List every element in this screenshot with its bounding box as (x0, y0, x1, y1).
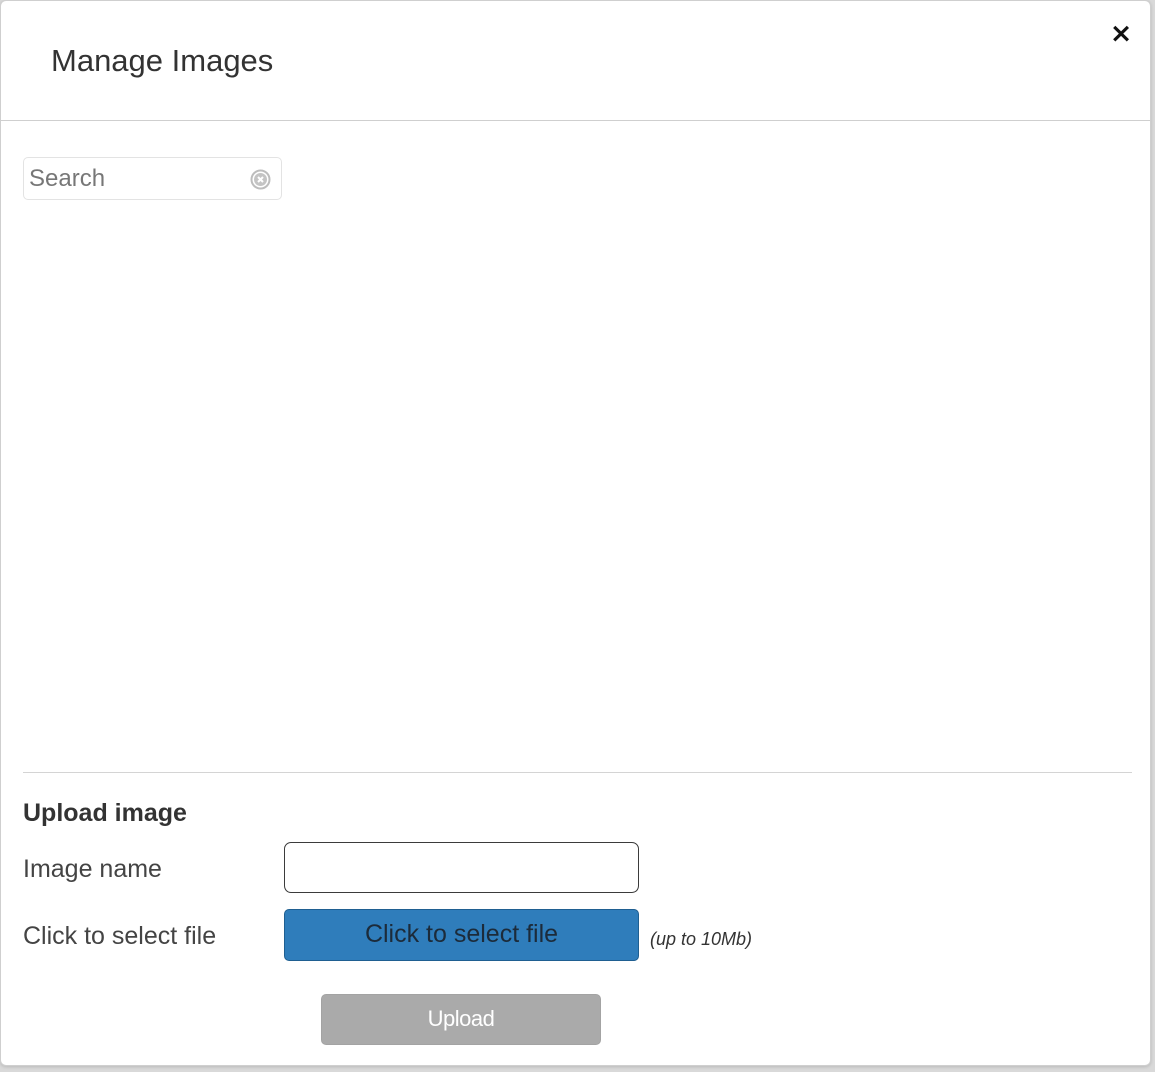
clear-circle-icon[interactable] (250, 169, 271, 190)
image-name-input[interactable] (284, 842, 639, 893)
upload-section-title: Upload image (23, 799, 187, 827)
search-box (23, 157, 282, 200)
manage-images-dialog: Manage Images × Upload image Image name … (0, 0, 1151, 1066)
search-input[interactable] (29, 164, 239, 194)
file-size-hint: (up to 10Mb) (650, 929, 753, 949)
section-divider (23, 772, 1132, 773)
file-select-label: Click to select file (23, 922, 217, 950)
image-name-label: Image name (23, 855, 162, 883)
dialog-header: Manage Images × (1, 1, 1150, 121)
dialog-title: Manage Images (51, 43, 274, 78)
close-icon[interactable]: × (1108, 19, 1134, 49)
select-file-button[interactable]: Click to select file (284, 909, 639, 961)
upload-button[interactable]: Upload (321, 994, 601, 1045)
